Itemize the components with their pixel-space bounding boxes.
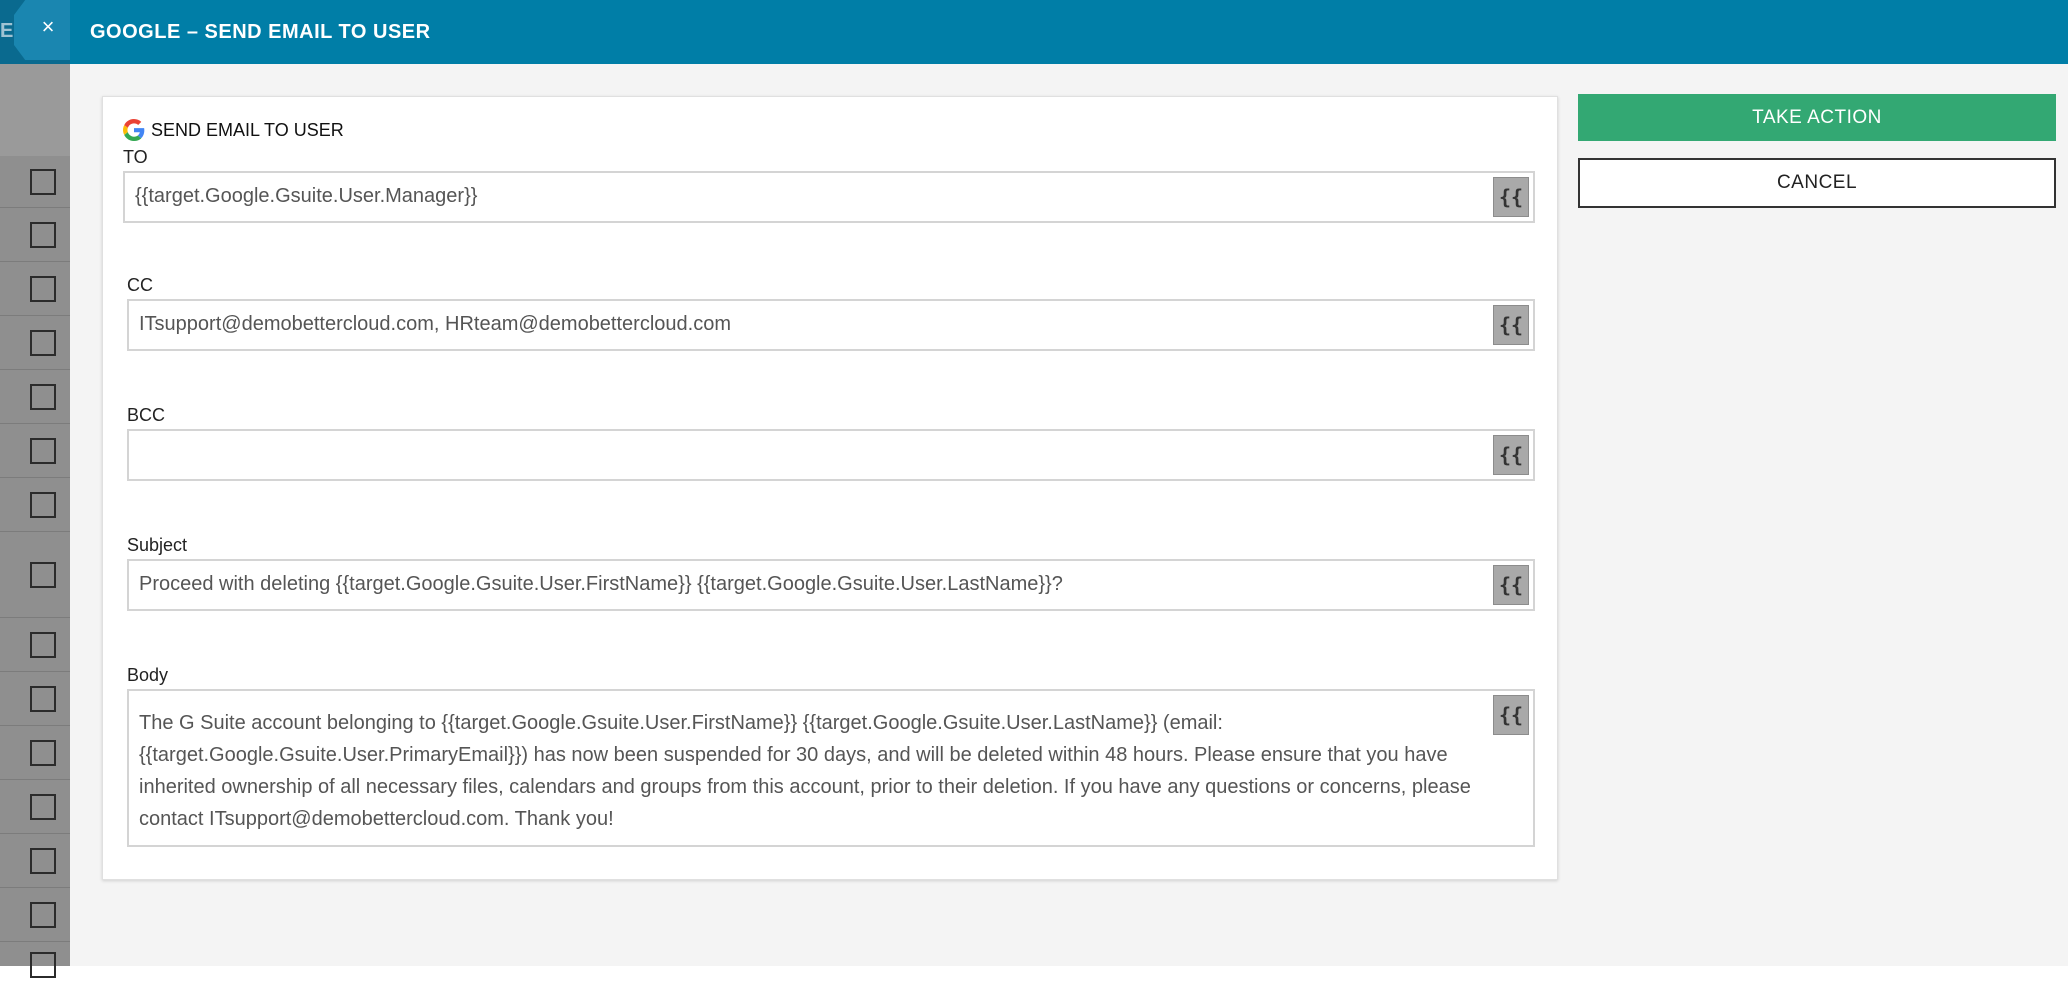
body-textarea[interactable]: The G Suite account belonging to {{targe… [127,689,1535,847]
google-icon [123,119,145,141]
background-row [0,942,70,982]
form-heading-text: SEND EMAIL TO USER [151,119,344,140]
email-form-card: SEND EMAIL TO USER TO {{target.Google.Gs… [102,96,1558,880]
bcc-field[interactable]: {{ [127,429,1535,481]
form-heading: SEND EMAIL TO USER [123,119,344,141]
background-row [0,262,70,316]
to-field[interactable]: {{target.Google.Gsuite.User.Manager}} {{ [123,171,1535,223]
bcc-insert-variable-button[interactable]: {{ [1493,435,1529,475]
row-checkbox[interactable] [30,330,56,356]
subject-field[interactable]: Proceed with deleting {{target.Google.Gs… [127,559,1535,611]
row-checkbox[interactable] [30,848,56,874]
row-checkbox[interactable] [30,794,56,820]
row-checkbox[interactable] [30,276,56,302]
cc-label: CC [127,275,153,295]
body-insert-variable-button[interactable]: {{ [1493,695,1529,735]
body-label: Body [127,665,169,685]
row-checkbox[interactable] [30,222,56,248]
background-row [0,156,70,208]
background-row [0,672,70,726]
background-row [0,726,70,780]
bcc-label: BCC [127,405,166,425]
row-checkbox[interactable] [30,169,56,195]
send-email-modal: × GOOGLE – SEND EMAIL TO USER SEND EMAIL… [14,0,2068,966]
background-row [0,780,70,834]
subject-value: Proceed with deleting {{target.Google.Gs… [139,573,1063,595]
cc-field[interactable]: ITsupport@demobettercloud.com, HRteam@de… [127,299,1535,351]
body-value: The G Suite account belonging to {{targe… [139,712,1471,830]
background-row [0,888,70,942]
background-row [0,208,70,262]
row-checkbox[interactable] [30,686,56,712]
background-row [0,618,70,672]
row-checkbox[interactable] [30,562,56,588]
take-action-button[interactable]: TAKE ACTION [1578,94,2056,141]
modal-header: × GOOGLE – SEND EMAIL TO USER [14,0,2068,64]
background-row [0,370,70,424]
background-row [0,478,70,532]
cc-value: ITsupport@demobettercloud.com, HRteam@de… [139,313,731,335]
close-button[interactable]: × [14,0,70,60]
cancel-button[interactable]: CANCEL [1578,158,2056,208]
row-checkbox[interactable] [30,740,56,766]
to-insert-variable-button[interactable]: {{ [1493,177,1529,217]
row-checkbox[interactable] [30,902,56,928]
background-row [0,316,70,370]
row-checkbox[interactable] [30,632,56,658]
row-checkbox[interactable] [30,438,56,464]
subject-label: Subject [127,535,188,555]
row-checkbox[interactable] [30,384,56,410]
background-row [0,424,70,478]
row-checkbox[interactable] [30,952,56,978]
background-row [0,532,70,618]
modal-title: GOOGLE – SEND EMAIL TO USER [90,21,431,43]
background-page: ER [0,0,70,978]
row-checkbox[interactable] [30,492,56,518]
to-label: TO [123,147,148,167]
background-row [0,834,70,888]
close-icon: × [41,14,55,39]
subject-insert-variable-button[interactable]: {{ [1493,565,1529,605]
to-value: {{target.Google.Gsuite.User.Manager}} [135,185,478,207]
cc-insert-variable-button[interactable]: {{ [1493,305,1529,345]
background-toolbar [0,64,70,156]
